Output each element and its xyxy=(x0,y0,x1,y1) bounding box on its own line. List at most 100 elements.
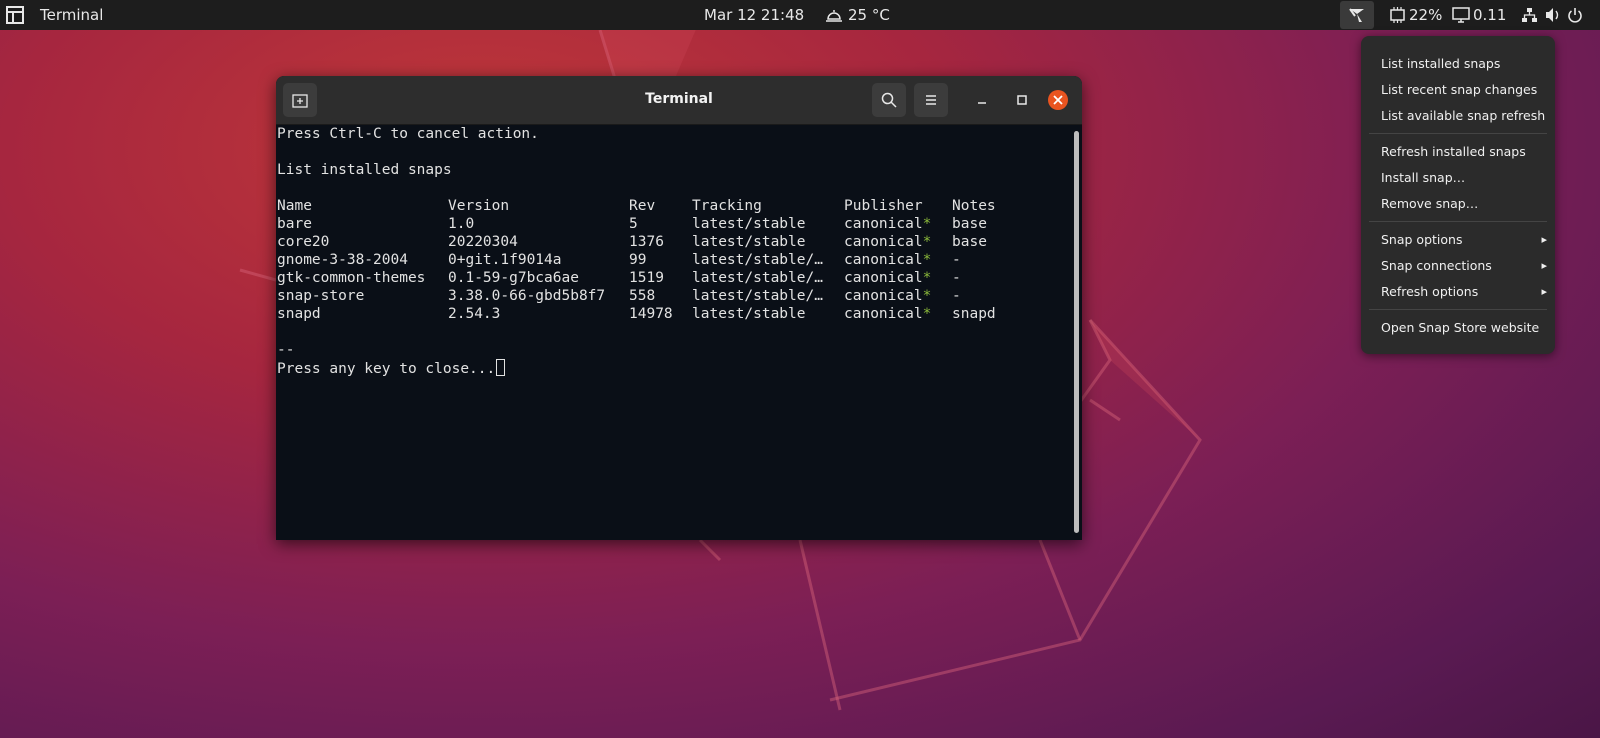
terminal-output[interactable]: Press Ctrl-C to cancel action. List inst… xyxy=(276,125,1082,540)
maximize-icon[interactable] xyxy=(1013,91,1031,109)
cell-notes: base xyxy=(952,216,987,232)
cell-version: 0+git.1f9014a xyxy=(448,252,562,268)
terminal-line-cancel: Press Ctrl-C to cancel action. xyxy=(277,126,539,142)
menu-item-label: List installed snaps xyxy=(1381,56,1501,71)
cell-notes: snapd xyxy=(952,306,996,322)
cell-notes: base xyxy=(952,234,987,250)
cell-publisher: canonical* xyxy=(844,233,931,251)
terminal-window: Terminal Press Ctrl-C to cancel action. … xyxy=(276,76,1082,540)
volume-icon[interactable] xyxy=(1545,7,1562,23)
column-header-notes: Notes xyxy=(952,198,996,214)
verified-mark: * xyxy=(922,234,932,250)
cell-name: gnome-3-38-2004 xyxy=(277,252,408,268)
cell-notes: - xyxy=(952,252,961,268)
publisher-text: canonical xyxy=(844,270,923,286)
menu-item-label: Refresh options xyxy=(1381,284,1479,299)
menu-item-refresh-options[interactable]: Refresh options ▸ xyxy=(1381,281,1547,303)
menu-item-label: List recent snap changes xyxy=(1381,82,1538,97)
menu-item-label: Refresh installed snaps xyxy=(1381,144,1526,159)
clock[interactable]: Mar 12 21:48 xyxy=(704,6,804,24)
close-button[interactable] xyxy=(1048,90,1068,110)
network-icon[interactable] xyxy=(1521,7,1538,23)
cell-name: snapd xyxy=(277,306,321,322)
menu-item-refresh-installed-snaps[interactable]: Refresh installed snaps xyxy=(1381,141,1526,163)
search-button[interactable] xyxy=(872,83,906,117)
terminal-titlebar[interactable]: Terminal xyxy=(276,76,1082,125)
power-icon[interactable] xyxy=(1567,7,1583,23)
window-title: Terminal xyxy=(645,91,713,107)
menu-item-label: Open Snap Store website xyxy=(1381,320,1540,335)
top-bar: Terminal Mar 12 21:48 25 °C 22% 0.11 xyxy=(0,0,1600,30)
terminal-line-heading: List installed snaps xyxy=(277,162,452,178)
cell-publisher: canonical* xyxy=(844,305,931,323)
cell-tracking: latest/stable xyxy=(692,234,806,250)
publisher-text: canonical xyxy=(844,288,923,304)
publisher-text: canonical xyxy=(844,234,923,250)
monitor-icon[interactable] xyxy=(1452,7,1470,23)
verified-mark: * xyxy=(922,252,932,268)
search-icon xyxy=(881,92,897,108)
cell-rev: 558 xyxy=(629,288,656,304)
menu-item-open-snap-store-website[interactable]: Open Snap Store website xyxy=(1381,317,1539,339)
cell-version: 1.0 xyxy=(448,216,475,232)
cell-publisher: canonical* xyxy=(844,215,931,233)
cell-version: 3.38.0-66-gbd5b8f7 xyxy=(448,288,606,304)
column-header-rev: Rev xyxy=(629,198,656,214)
activities-icon[interactable] xyxy=(6,6,24,24)
publisher-text: canonical xyxy=(844,216,923,232)
cpu-usage[interactable]: 22% xyxy=(1409,6,1442,24)
cell-rev: 5 xyxy=(629,216,638,232)
close-icon xyxy=(1053,95,1063,105)
publisher-text: canonical xyxy=(844,306,923,322)
terminal-line-close: Press any key to close... xyxy=(277,359,506,377)
menu-separator xyxy=(1369,221,1547,222)
column-header-tracking: Tracking xyxy=(692,198,762,214)
snapcraft-icon xyxy=(1349,8,1364,22)
cell-name: bare xyxy=(277,216,312,232)
menu-item-list-recent-snap-changes[interactable]: List recent snap changes xyxy=(1381,79,1537,101)
weather-temperature[interactable]: 25 °C xyxy=(848,6,890,24)
terminal-line-separator: -- xyxy=(277,342,295,358)
hamburger-menu-button[interactable] xyxy=(914,83,948,117)
cell-publisher: canonical* xyxy=(844,287,931,305)
cell-publisher: canonical* xyxy=(844,251,931,269)
menu-item-install-snap[interactable]: Install snap… xyxy=(1381,167,1465,189)
menu-item-snap-options[interactable]: Snap options ▸ xyxy=(1381,229,1547,251)
chevron-right-icon: ▸ xyxy=(1541,285,1547,298)
terminal-scrollbar[interactable] xyxy=(1074,131,1079,533)
menu-item-list-available-snap-refresh[interactable]: List available snap refresh xyxy=(1381,105,1545,127)
cell-publisher: canonical* xyxy=(844,269,931,287)
weather-icon[interactable] xyxy=(825,7,843,23)
menu-item-remove-snap[interactable]: Remove snap… xyxy=(1381,193,1478,215)
cell-notes: - xyxy=(952,288,961,304)
verified-mark: * xyxy=(922,270,932,286)
snap-indicator-button[interactable] xyxy=(1340,1,1374,29)
snap-menu: List installed snaps List recent snap ch… xyxy=(1361,36,1555,354)
cpu-icon[interactable] xyxy=(1389,7,1406,23)
menu-item-label: Remove snap… xyxy=(1381,196,1479,211)
minimize-icon[interactable] xyxy=(973,91,991,109)
app-menu[interactable]: Terminal xyxy=(40,6,103,24)
verified-mark: * xyxy=(922,216,932,232)
menu-separator xyxy=(1369,309,1547,310)
cell-name: core20 xyxy=(277,234,330,250)
menu-item-label: Snap connections xyxy=(1381,258,1492,273)
system-load[interactable]: 0.11 xyxy=(1473,6,1506,24)
menu-item-label: Install snap… xyxy=(1381,170,1466,185)
close-prompt-text: Press any key to close... xyxy=(277,361,496,377)
cell-tracking: latest/stable xyxy=(692,216,806,232)
cell-version: 0.1-59-g7bca6ae xyxy=(448,270,579,286)
verified-mark: * xyxy=(922,306,932,322)
chevron-right-icon: ▸ xyxy=(1541,233,1547,246)
cell-rev: 99 xyxy=(629,252,647,268)
menu-item-list-installed-snaps[interactable]: List installed snaps xyxy=(1381,53,1500,75)
cell-rev: 1376 xyxy=(629,234,664,250)
column-header-version: Version xyxy=(448,198,510,214)
menu-separator xyxy=(1369,133,1547,134)
cell-tracking: latest/stable/… xyxy=(692,252,823,268)
hamburger-icon xyxy=(926,95,936,105)
terminal-cursor xyxy=(496,359,506,376)
menu-item-snap-connections[interactable]: Snap connections ▸ xyxy=(1381,255,1547,277)
menu-item-label: List available snap refresh xyxy=(1381,108,1546,123)
cell-tracking: latest/stable/… xyxy=(692,270,823,286)
